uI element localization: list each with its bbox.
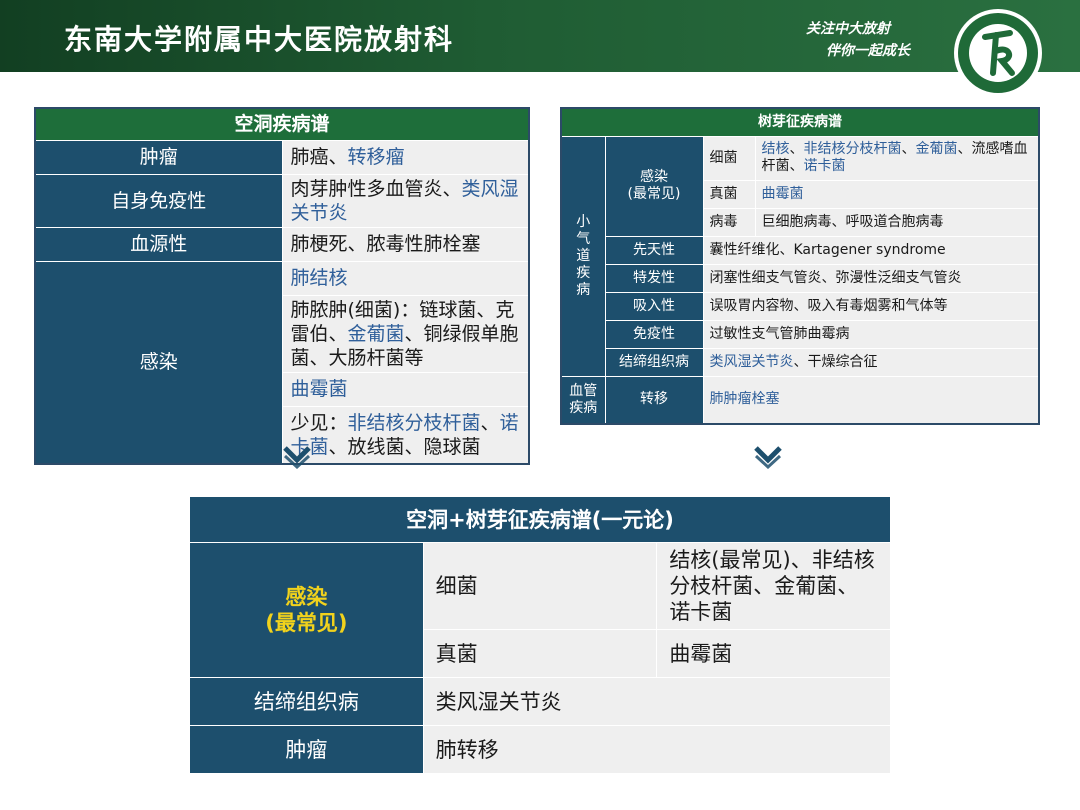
bacteria-label: 细菌 <box>422 542 658 630</box>
immune-label: 免疫性 <box>604 319 704 349</box>
infection-label: 感染 (最常见) <box>189 542 424 678</box>
row-label-hematogenous: 血源性 <box>34 226 283 262</box>
text-highlight: 非结核分枝杆菌 <box>803 141 902 157</box>
table-row: 感染 肺结核 <box>34 260 530 465</box>
table-row: 结缔组织病 类风湿关节炎 <box>189 677 892 726</box>
infection-label: 感染 (最常见) <box>604 135 704 237</box>
connective-label: 结缔组织病 <box>604 347 704 377</box>
infection-note: (最常见) <box>265 611 348 635</box>
congenital-label: 先天性 <box>604 235 704 265</box>
table-row: 特发性 闭塞性细支气管炎、弥漫性泛细支气管炎 <box>561 263 1040 293</box>
small-airway-text: 小气道疾病 <box>576 213 591 298</box>
slogan: 关注中大放射 伴你一起成长 <box>806 18 910 62</box>
row-value-rare: 少见：非结核分枝杆菌、诺卡菌、放线菌、隐球菌 <box>281 405 530 465</box>
immune-value: 过敏性支气管肺曲霉病 <box>702 319 1040 349</box>
table-row: 免疫性 过敏性支气管肺曲霉病 <box>561 319 1040 349</box>
text-highlight: 诺卡菌 <box>803 158 846 174</box>
header-banner: 东南大学附属中大医院放射科 关注中大放射 伴你一起成长 <box>0 0 1080 72</box>
fungi-value: 曲霉菌 <box>656 629 891 678</box>
virus-label: 病毒 <box>702 207 756 237</box>
connective-label: 结缔组织病 <box>189 677 424 726</box>
text-highlight: 非结核分枝杆菌 <box>347 411 481 434</box>
idiopathic-value: 闭塞性细支气管炎、弥漫性泛细支气管炎 <box>702 263 1040 293</box>
virus-value: 巨细胞病毒、呼吸道合胞病毒 <box>754 207 1040 237</box>
text-highlight: 类风湿关节炎 <box>709 353 794 370</box>
tumor-value: 肺转移 <box>422 725 892 774</box>
page-title: 东南大学附属中大医院放射科 <box>64 23 455 56</box>
small-airway-label: 小气道疾病 <box>560 135 606 377</box>
idiopathic-label: 特发性 <box>604 263 704 293</box>
row-value-autoimmune: 肉芽肿性多血管炎、类风湿关节炎 <box>281 173 530 228</box>
combined-table-title: 空洞+树芽征疾病谱(一元论) <box>189 496 891 543</box>
text-plain: 、 <box>901 141 916 157</box>
text-highlight: 转移瘤 <box>347 146 405 168</box>
table-row: 吸入性 误吸胃内容物、吸入有毒烟雾和气体等 <box>561 291 1040 321</box>
connective-value: 类风湿关节炎、干燥综合征 <box>702 347 1040 377</box>
row-label-autoimmune: 自身免疫性 <box>34 173 283 228</box>
table-row: 小气道疾病 感染 (最常见) 细菌 结核、非结核分枝杆菌、金葡菌、流感嗜血杆菌、诺… <box>560 135 1040 377</box>
fungi-value: 曲霉菌 <box>754 179 1040 209</box>
inhalation-value: 误吸胃内容物、吸入有毒烟雾和气体等 <box>702 291 1040 321</box>
metastasis-value: 肺肿瘤栓塞 <box>702 375 1040 425</box>
congenital-value: 囊性纤维化、Kartagener syndrome <box>702 235 1040 265</box>
table-row: 先天性 囊性纤维化、Kartagener syndrome <box>561 235 1040 265</box>
text-plain: 少见： <box>290 411 348 434</box>
table-row: 血源性 肺梗死、脓毒性肺栓塞 <box>34 226 530 262</box>
row-value-abscess: 肺脓肿(细菌)：链球菌、克雷伯、金葡菌、铜绿假单胞菌、大肠杆菌等 <box>281 294 530 373</box>
cavity-disease-table: 空洞疾病谱 肿瘤 肺癌、转移瘤 自身免疫性 肉芽肿性多血管炎、类风湿关节炎 血源… <box>34 107 530 465</box>
text-plain: 、干燥综合征 <box>793 353 878 370</box>
row-value-tumor: 肺癌、转移瘤 <box>281 139 530 175</box>
chevron-down-icon <box>283 446 311 469</box>
combined-disease-table: 空洞+树芽征疾病谱(一元论) 感染 (最常见) 细菌 结核(最常见)、非结核分枝杆… <box>189 496 892 774</box>
vascular-label: 血管疾病 <box>560 375 606 425</box>
tree-in-bud-table: 树芽征疾病谱 小气道疾病 感染 (最常见) 细菌 结核、非结核分枝杆菌、金葡菌、流… <box>560 107 1040 425</box>
table-row: 肿瘤 肺癌、转移瘤 <box>34 139 530 175</box>
row-value-tb: 肺结核 <box>281 260 530 296</box>
infection-note: (最常见) <box>627 186 681 202</box>
table-row: 血管疾病 转移 肺肿瘤栓塞 <box>560 375 1040 425</box>
text-plain: 、放线菌、隐球菌 <box>328 435 481 458</box>
tree-in-bud-table-title: 树芽征疾病谱 <box>560 107 1040 137</box>
slogan-line-2: 伴你一起成长 <box>826 43 910 59</box>
bacteria-label: 细菌 <box>702 135 756 181</box>
row-value-aspergillus: 曲霉菌 <box>281 371 530 407</box>
text-plain: 肉芽肿性多血管炎、 <box>290 177 462 200</box>
row-label-tumor: 肿瘤 <box>34 139 283 175</box>
text-plain: 、 <box>789 141 804 157</box>
fungi-label: 真菌 <box>422 629 658 678</box>
text-highlight: 金葡菌 <box>347 322 405 345</box>
chevron-down-icon <box>754 446 782 469</box>
metastasis-label: 转移 <box>604 375 704 425</box>
tumor-label: 肿瘤 <box>189 725 424 774</box>
row-label-infection: 感染 <box>34 260 283 465</box>
text-highlight: 结核 <box>761 141 790 157</box>
table-row: 自身免疫性 肉芽肿性多血管炎、类风湿关节炎 <box>34 173 530 228</box>
infection-text: 感染 <box>285 585 328 609</box>
bacteria-value: 结核、非结核分枝杆菌、金葡菌、流感嗜血杆菌、诺卡菌 <box>754 135 1040 181</box>
hospital-logo-icon <box>954 9 1042 97</box>
table-row: 结缔组织病 类风湿关节炎、干燥综合征 <box>561 347 1040 377</box>
bacteria-value: 结核(最常见)、非结核分枝杆菌、金葡菌、诺卡菌 <box>656 542 891 630</box>
fungi-label: 真菌 <box>702 179 756 209</box>
inhalation-label: 吸入性 <box>604 291 704 321</box>
text-plain: 肺癌、 <box>290 146 348 168</box>
row-value-hematogenous: 肺梗死、脓毒性肺栓塞 <box>281 226 530 262</box>
text-highlight: 金葡菌 <box>915 141 958 157</box>
table-row: 肿瘤 肺转移 <box>189 725 892 774</box>
infection-text: 感染 <box>640 169 668 185</box>
cavity-table-title: 空洞疾病谱 <box>34 107 530 141</box>
table-row: 感染 (最常见) 细菌 结核(最常见)、非结核分枝杆菌、金葡菌、诺卡菌 <box>189 542 891 678</box>
connective-value: 类风湿关节炎 <box>422 677 892 726</box>
slogan-line-1: 关注中大放射 <box>806 21 890 37</box>
text-plain: 、 <box>480 411 500 434</box>
